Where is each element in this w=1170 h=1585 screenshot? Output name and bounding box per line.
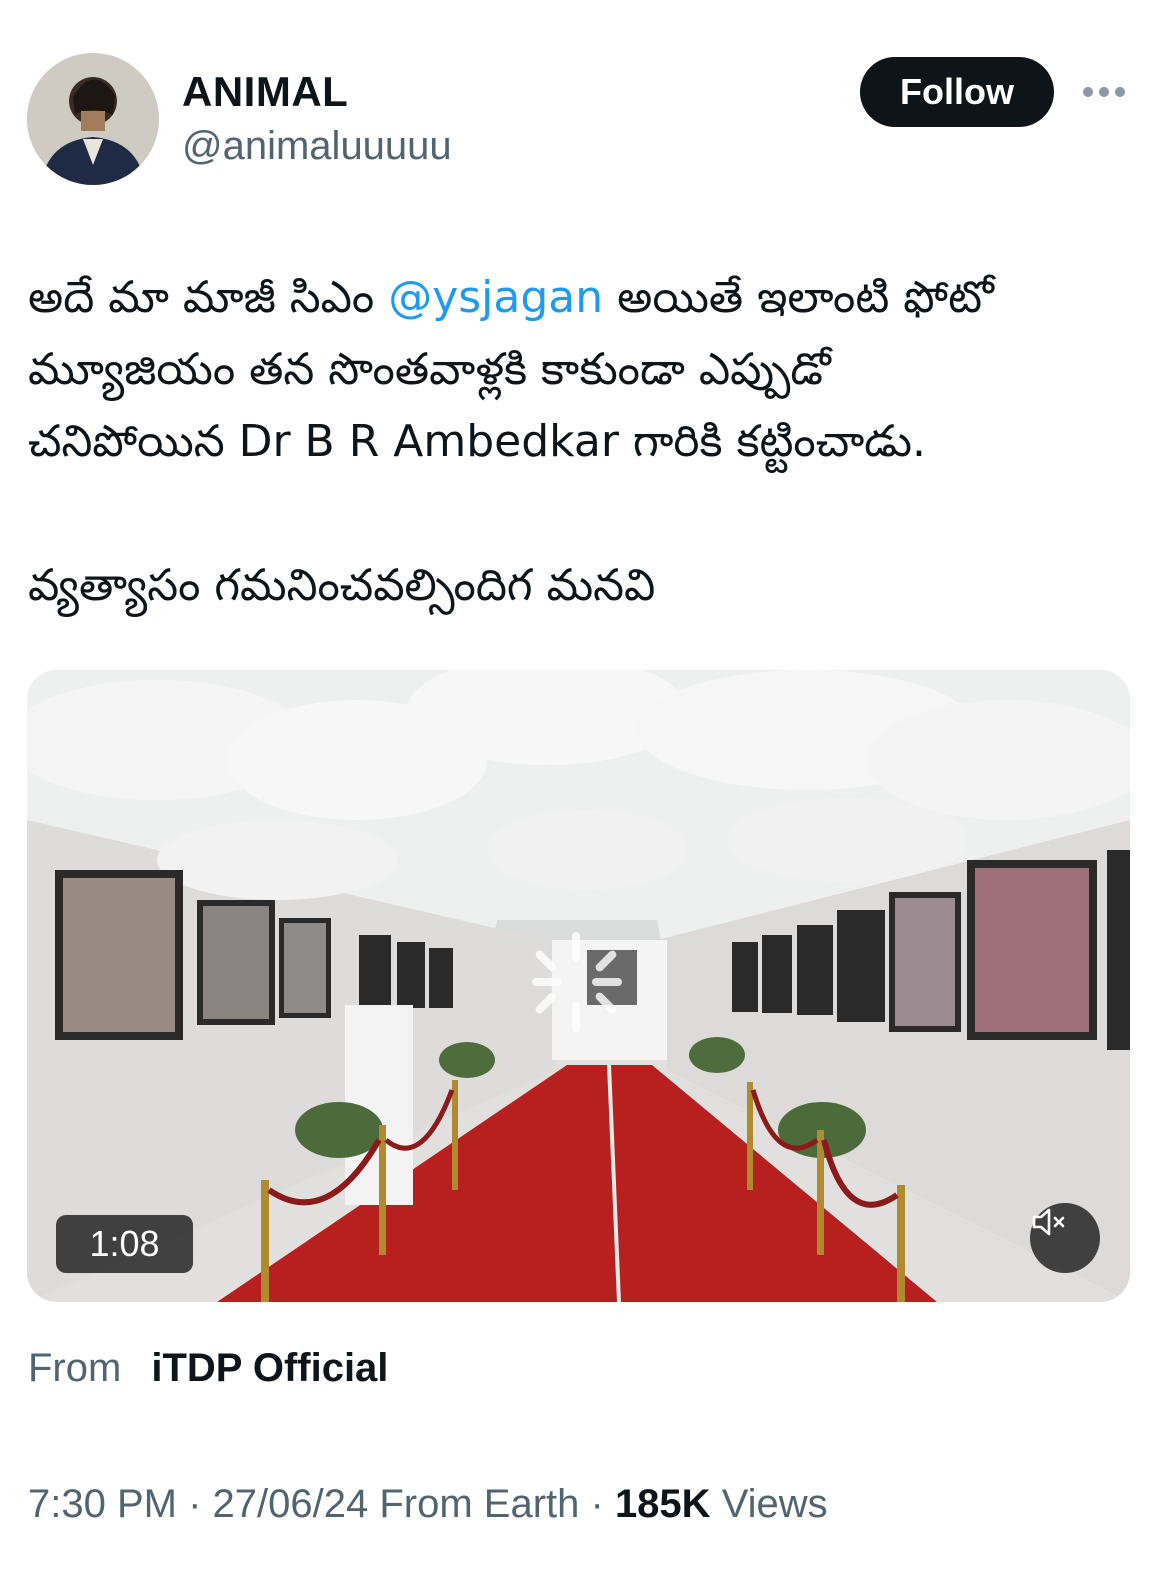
- tweet-text-segment: అదే మా మాజీ సిఎం: [28, 272, 389, 323]
- tweet-time[interactable]: 7:30 PM: [28, 1482, 177, 1526]
- dot: [1115, 87, 1125, 97]
- separator: ·: [176, 1482, 213, 1526]
- separator: ·: [579, 1482, 615, 1526]
- source-account-link[interactable]: iTDP Official: [151, 1346, 388, 1390]
- video-duration-badge: 1:08: [56, 1215, 193, 1273]
- avatar-image: [27, 53, 159, 185]
- video-thumbnail: [27, 670, 1130, 1302]
- dot: [1099, 87, 1109, 97]
- tweet-text: అదే మా మాజీ సిఎం @ysjagan అయితే ఇలాంటి ఫ…: [28, 262, 1148, 622]
- tweet-date[interactable]: 27/06/24: [213, 1482, 369, 1526]
- avatar[interactable]: [27, 53, 159, 185]
- tweet-line-3: చనిపోయిన Dr B R Ambedkar గారికి కట్టించా…: [28, 416, 927, 467]
- tweet-metadata: 7:30 PM · 27/06/24 From Earth · 185K Vie…: [28, 1482, 828, 1527]
- follow-button[interactable]: Follow: [860, 57, 1054, 127]
- views-count: 185K: [614, 1482, 711, 1526]
- tweet-location: From Earth: [379, 1482, 580, 1526]
- more-options-icon[interactable]: [1076, 70, 1132, 114]
- video-source: From iTDP Official: [28, 1346, 388, 1391]
- video-player[interactable]: 1:08: [27, 670, 1130, 1302]
- dot: [1083, 87, 1093, 97]
- mute-toggle-button[interactable]: [1030, 1203, 1100, 1273]
- tweet-line-2: మ్యూజియం తన సొంతవాళ్లకి కాకుండా ఎప్పుడో: [28, 344, 831, 395]
- tweet-line-4: వ్యత్యాసం గమనించవల్సిందిగ మనవి: [28, 560, 656, 611]
- views-label: Views: [721, 1482, 828, 1526]
- mention-link[interactable]: @ysjagan: [388, 272, 603, 323]
- tweet-line-1: అదే మా మాజీ సిఎం @ysjagan అయితే ఇలాంటి ఫ…: [28, 262, 1148, 334]
- speaker-muted-icon: [1032, 1208, 1065, 1236]
- author-handle[interactable]: @animaluuuuu: [182, 124, 452, 169]
- tweet-header: ANIMAL @animaluuuuu Follow: [0, 0, 1170, 200]
- tweet-text-segment: అయితే ఇలాంటి ఫోటో: [603, 272, 994, 323]
- source-from-label: From: [28, 1346, 122, 1390]
- author-name[interactable]: ANIMAL: [182, 68, 348, 116]
